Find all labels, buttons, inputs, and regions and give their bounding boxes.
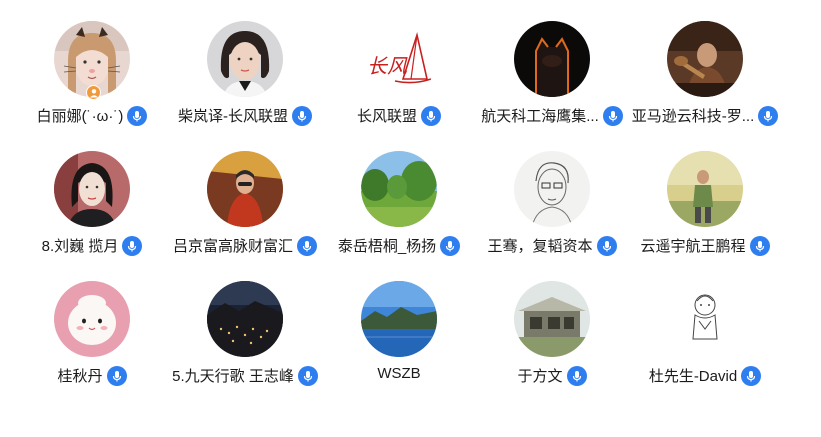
mic-icon[interactable] (122, 235, 143, 256)
mic-icon[interactable] (297, 365, 318, 386)
participant-tile[interactable]: 8.刘巍 揽月 (15, 151, 169, 256)
participant-name: 于方文 (517, 368, 563, 385)
avatar-wrap: 长风 (361, 21, 437, 97)
participant-name: 航天科工海鹰集... (481, 108, 599, 125)
participant-tile[interactable]: 桂秋丹 (15, 281, 169, 386)
name-row: 亚马逊云科技-罗... (628, 105, 782, 126)
name-row: 桂秋丹 (15, 365, 169, 386)
name-row: 长风联盟 (322, 105, 476, 126)
logo-text: 长风 (367, 54, 408, 78)
participant-tile[interactable]: 白丽娜(˙·ω·˙) (15, 21, 169, 126)
avatar[interactable] (207, 21, 283, 97)
name-row: 云遥宇航王鹏程 (628, 235, 782, 256)
avatar-wrap (667, 21, 743, 97)
name-row: 杜先生-David (628, 365, 782, 386)
participant-grid: 白丽娜(˙·ω·˙) 柴岚译-长风联盟 长风 长风联盟 航天科工海鹰集... 亚… (0, 0, 821, 437)
mic-icon[interactable] (758, 105, 779, 126)
avatar-wrap (54, 21, 130, 100)
participant-tile[interactable]: 杜先生-David (628, 281, 782, 386)
participant-tile[interactable]: 王骞，复韬资本 (475, 151, 629, 256)
avatar-wrap (514, 21, 590, 97)
participant-name: 吕京富高脉财富汇 (172, 238, 293, 255)
avatar-wrap (667, 151, 743, 227)
participant-name: 长风联盟 (356, 108, 417, 125)
mic-icon[interactable] (596, 235, 617, 256)
avatar-wrap (667, 281, 743, 357)
avatar-wrap (207, 281, 283, 357)
participant-tile[interactable]: 5.九天行歌 王志峰 (168, 281, 322, 386)
avatar[interactable] (207, 151, 283, 227)
avatar-wrap (514, 281, 590, 357)
avatar-wrap (54, 151, 130, 227)
avatar[interactable] (361, 281, 437, 357)
avatar-wrap (361, 151, 437, 227)
mic-icon[interactable] (741, 365, 762, 386)
mic-icon[interactable] (602, 105, 623, 126)
name-row: 泰岳梧桐_杨扬 (322, 235, 476, 256)
avatar-logo[interactable]: 长风 (361, 21, 437, 97)
mic-icon[interactable] (106, 365, 127, 386)
mic-icon[interactable] (421, 105, 441, 126)
participant-tile[interactable]: 吕京富高脉财富汇 (168, 151, 322, 256)
avatar-wrap (361, 281, 437, 357)
name-row: 白丽娜(˙·ω·˙) (15, 105, 169, 126)
avatar[interactable] (514, 281, 590, 357)
participant-tile[interactable]: 航天科工海鹰集... (475, 21, 629, 126)
avatar[interactable] (514, 151, 590, 227)
participant-name: 亚马逊云科技-罗... (631, 108, 755, 125)
avatar[interactable] (667, 21, 743, 97)
avatar[interactable] (54, 281, 130, 357)
participant-name: 杜先生-David (648, 368, 738, 385)
avatar[interactable] (207, 281, 283, 357)
avatar[interactable] (514, 21, 590, 97)
participant-name: 王骞，复韬资本 (487, 238, 593, 255)
participant-name: 柴岚译-长风联盟 (178, 108, 288, 125)
mic-icon[interactable] (297, 235, 317, 256)
avatar[interactable] (54, 151, 130, 227)
name-row: 8.刘巍 揽月 (15, 235, 169, 256)
participant-name: 桂秋丹 (57, 368, 103, 385)
participant-tile[interactable]: 云遥宇航王鹏程 (628, 151, 782, 256)
avatar[interactable] (667, 281, 743, 357)
participant-name: 8.刘巍 揽月 (41, 238, 119, 255)
host-badge-icon (86, 85, 101, 100)
avatar[interactable] (667, 151, 743, 227)
name-row: WSZB (322, 365, 476, 382)
name-row: 柴岚译-长风联盟 (168, 105, 322, 126)
mic-icon[interactable] (292, 105, 312, 126)
name-row: 航天科工海鹰集... (475, 105, 629, 126)
avatar-wrap (207, 21, 283, 97)
participant-tile[interactable]: 泰岳梧桐_杨扬 (322, 151, 476, 256)
participant-tile[interactable]: 亚马逊云科技-罗... (628, 21, 782, 126)
participant-name: 5.九天行歌 王志峰 (172, 368, 294, 385)
participant-name: 泰岳梧桐_杨扬 (337, 238, 437, 255)
participant-tile[interactable]: 长风 长风联盟 (322, 21, 476, 126)
mic-icon[interactable] (749, 235, 770, 256)
participant-tile[interactable]: WSZB (322, 281, 476, 382)
avatar-wrap (514, 151, 590, 227)
avatar-wrap (54, 281, 130, 357)
participant-tile[interactable]: 柴岚译-长风联盟 (168, 21, 322, 126)
mic-icon[interactable] (566, 365, 587, 386)
name-row: 王骞，复韬资本 (475, 235, 629, 256)
avatar[interactable] (361, 151, 437, 227)
mic-icon[interactable] (127, 105, 148, 126)
participant-name: WSZB (377, 365, 421, 382)
name-row: 吕京富高脉财富汇 (168, 235, 322, 256)
participant-name: 白丽娜(˙·ω·˙) (36, 108, 124, 125)
avatar-wrap (207, 151, 283, 227)
name-row: 于方文 (475, 365, 629, 386)
participant-name: 云遥宇航王鹏程 (640, 238, 746, 255)
mic-icon[interactable] (440, 235, 461, 256)
name-row: 5.九天行歌 王志峰 (168, 365, 322, 386)
participant-tile[interactable]: 于方文 (475, 281, 629, 386)
